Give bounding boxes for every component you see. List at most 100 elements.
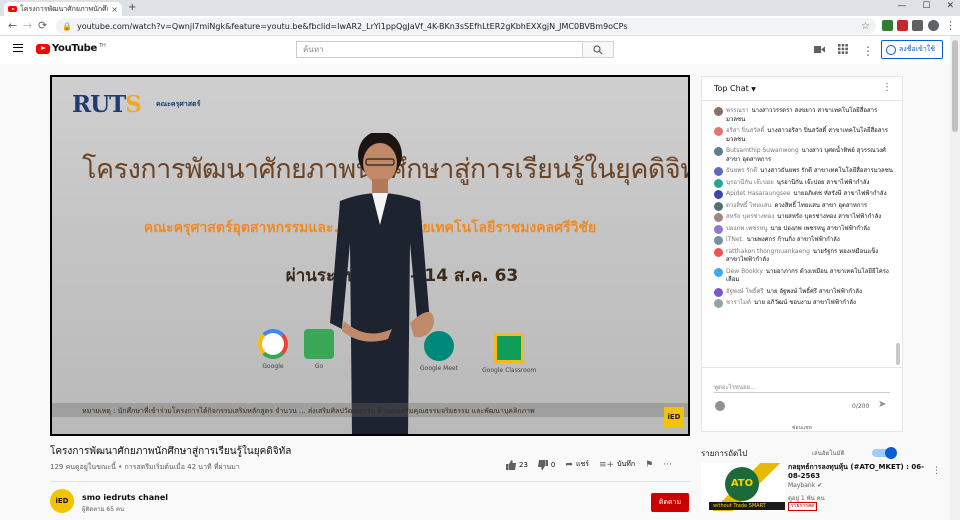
page-scrollbar-thumb[interactable] [952, 40, 958, 132]
chat-author[interactable]: ดวงสิทธิ์ ไทยแสน [726, 202, 772, 209]
browser-menu-icon[interactable]: ⋮ [945, 19, 956, 32]
hide-chat-button[interactable]: ซ่อนแชท [702, 424, 902, 432]
channel-subscribers: ผู้ติดตาม 65 คน [82, 506, 125, 513]
close-window-button[interactable]: ✕ [946, 1, 954, 11]
browser-tab[interactable]: โครงการพัฒนาศักยภาพนักศึกษา × [4, 2, 122, 16]
chat-scrollbar[interactable] [896, 343, 900, 365]
share-icon: ➦ [565, 459, 573, 470]
chat-message: Dew Bookky นายอาภากร ด้วงเหมือน สาขาเทคโน… [702, 267, 902, 285]
country-code: TH [99, 43, 106, 49]
chat-avatar[interactable] [714, 224, 723, 234]
chat-more-icon[interactable]: ⋮ [882, 82, 892, 93]
chat-author[interactable]: ratthakon thongmuankaeng [726, 248, 810, 255]
youtube-logo[interactable]: YouTube TH [36, 43, 106, 54]
chat-avatar[interactable] [714, 201, 723, 211]
reload-button[interactable]: ⟳ [38, 19, 47, 32]
chat-author[interactable]: พรรณรา [726, 107, 749, 114]
chat-author[interactable]: นุรอานีกัน เจ๊ะบ่อย [726, 179, 774, 186]
chat-avatar[interactable] [714, 178, 723, 188]
bookmark-star-icon[interactable]: ☆ [861, 21, 870, 32]
search-placeholder: ค้นหา [303, 45, 324, 54]
profile-icon[interactable] [928, 20, 939, 31]
more-actions-button[interactable]: ··· [663, 460, 672, 470]
new-tab-button[interactable]: + [128, 2, 136, 13]
chat-avatar[interactable] [714, 247, 723, 257]
report-flag-button[interactable]: ⚑ [645, 460, 653, 470]
chat-avatar[interactable] [714, 236, 723, 245]
share-button[interactable]: ➦ แชร์ [565, 459, 589, 470]
apps-grid-icon[interactable] [838, 44, 848, 57]
channel-avatar[interactable]: iED [50, 489, 74, 513]
send-icon[interactable]: ➤ [878, 399, 886, 410]
video-frame[interactable]: RUTS คณะครุศาสตร์ โครงการพัฒนาศักยภาพนัก… [52, 77, 688, 434]
chat-avatar[interactable] [714, 287, 723, 297]
up-next-thumbnail[interactable]: ATO without Trade SMART [701, 463, 785, 511]
chat-author[interactable]: ธันยพร รักดี [726, 167, 757, 174]
chat-avatar[interactable] [714, 107, 723, 116]
thumbs-up-icon [506, 459, 516, 470]
video-actions: 23 0 ➦ แชร์ ≡+ บันทึก ⚑ ··· [506, 459, 672, 470]
browser-tab-strip: โครงการพัฒนาศักยภาพนักศึกษา × + — ☐ ✕ [0, 0, 960, 16]
google-classroom-icon [494, 333, 525, 363]
tab-close-icon[interactable]: × [111, 5, 118, 14]
up-next-channel-name: Maybank [788, 482, 816, 489]
channel-name[interactable]: smo iedruts chanel [82, 493, 168, 502]
chat-mode-dropdown[interactable]: Top Chat ▼ [714, 84, 756, 93]
create-video-icon[interactable] [814, 44, 825, 57]
chat-author[interactable]: Dew Bookky [726, 268, 763, 275]
save-button[interactable]: ≡+ บันทึก [599, 459, 635, 470]
up-next-label: รายการถัดไป [701, 449, 748, 458]
chat-input[interactable]: พูดอะไรหน่อย... [714, 382, 756, 392]
search-button[interactable] [582, 41, 614, 58]
like-button[interactable]: 23 [506, 459, 528, 470]
emoji-icon[interactable] [715, 401, 725, 411]
live-chat-panel: Top Chat ▼ ⋮ พรรณรา นางสาววรรดรา สงขยาว ส… [701, 76, 903, 432]
youtube-wordmark: YouTube [52, 43, 97, 54]
chat-author[interactable]: Butsamthip Suwanwong [726, 147, 799, 154]
hamburger-menu-icon[interactable] [13, 44, 23, 52]
chat-author[interactable]: iTNet. [726, 236, 744, 243]
faculty-logo-text: คณะครุศาสตร์ [156, 100, 201, 108]
chat-input-area: พูดอะไรหน่อย... 0/200 ➤ ซ่อนแชท [702, 367, 902, 432]
autoplay-toggle[interactable] [872, 447, 897, 459]
chat-avatar[interactable] [714, 147, 723, 156]
verified-icon: ✔ [817, 482, 823, 489]
chat-text: ดวงสิทธิ์ ไทยแสน สาขา อุตสาหการ [774, 201, 868, 209]
chat-message: ปองภพ เพชรหนู นาย ปองภพ เพชรหนู สาขาไฟฟ้า… [702, 224, 902, 234]
chat-author[interactable]: อัฐพงษ์ โพธิ์ศรี [726, 288, 764, 295]
chat-author[interactable]: ปองภพ เพชรหนู [726, 225, 768, 232]
dislike-button[interactable]: 0 [537, 459, 555, 470]
chat-avatar[interactable] [714, 213, 723, 222]
subscribe-button[interactable]: ติดตาม [651, 493, 689, 512]
maximize-button[interactable]: ☐ [922, 1, 930, 11]
extension-icon[interactable] [882, 20, 893, 31]
chat-message: สหรัถ บุตรช่างทอง นายสหรัถ บุตรช่างทอง สา… [702, 213, 902, 222]
puzzle-extensions-icon[interactable] [912, 20, 923, 31]
chat-avatar[interactable] [714, 167, 723, 176]
chat-text: นาย ปองภพ เพชรหนู สาขาไฟฟ้ากำลัง [770, 224, 870, 232]
chat-author[interactable]: สหรัถ บุตรช่างทอง [726, 213, 774, 220]
up-next-menu-icon[interactable]: ⋮ [932, 466, 941, 476]
chat-author[interactable]: อริสา ปิ่นสวัสดิ์ [726, 127, 764, 134]
chat-message: อริสา ปิ่นสวัสดิ์ นางสาวอริสา ปิ่นสวัสดิ์… [702, 127, 902, 144]
chat-avatar[interactable] [714, 299, 723, 308]
char-counter: 0/200 [852, 403, 870, 410]
up-next-title[interactable]: กลยุทธ์การลงทุนหุ้น (#ATO_MKET) : 06-08-… [788, 463, 928, 481]
address-bar[interactable]: 🔒 youtube.com/watch?v=Qwnjl7miNgk&featur… [56, 18, 876, 34]
sign-in-button[interactable]: ลงชื่อเข้าใช้ [881, 40, 943, 59]
chat-avatar[interactable] [714, 190, 723, 199]
chat-avatar[interactable] [714, 127, 723, 136]
settings-dots-icon[interactable]: ⋮ [862, 44, 874, 58]
search-icon [593, 44, 603, 54]
extension-icon[interactable] [897, 20, 908, 31]
chat-avatar[interactable] [714, 267, 723, 277]
back-button[interactable]: ← [8, 19, 17, 32]
search-input[interactable]: ค้นหา [296, 41, 582, 58]
forward-button[interactable]: → [23, 19, 32, 32]
autoplay-label: เล่นอัตโนมัติ [812, 450, 845, 457]
chat-author[interactable]: ชาราไมค์ [726, 299, 751, 306]
lock-icon: 🔒 [62, 21, 72, 31]
chat-author[interactable]: Apidet Hasaraungsee [726, 190, 790, 197]
minimize-button[interactable]: — [897, 1, 906, 11]
chat-message: ธันยพร รักดี นางสาวธันยพร รักดี สาขาเทคโน… [702, 167, 902, 176]
